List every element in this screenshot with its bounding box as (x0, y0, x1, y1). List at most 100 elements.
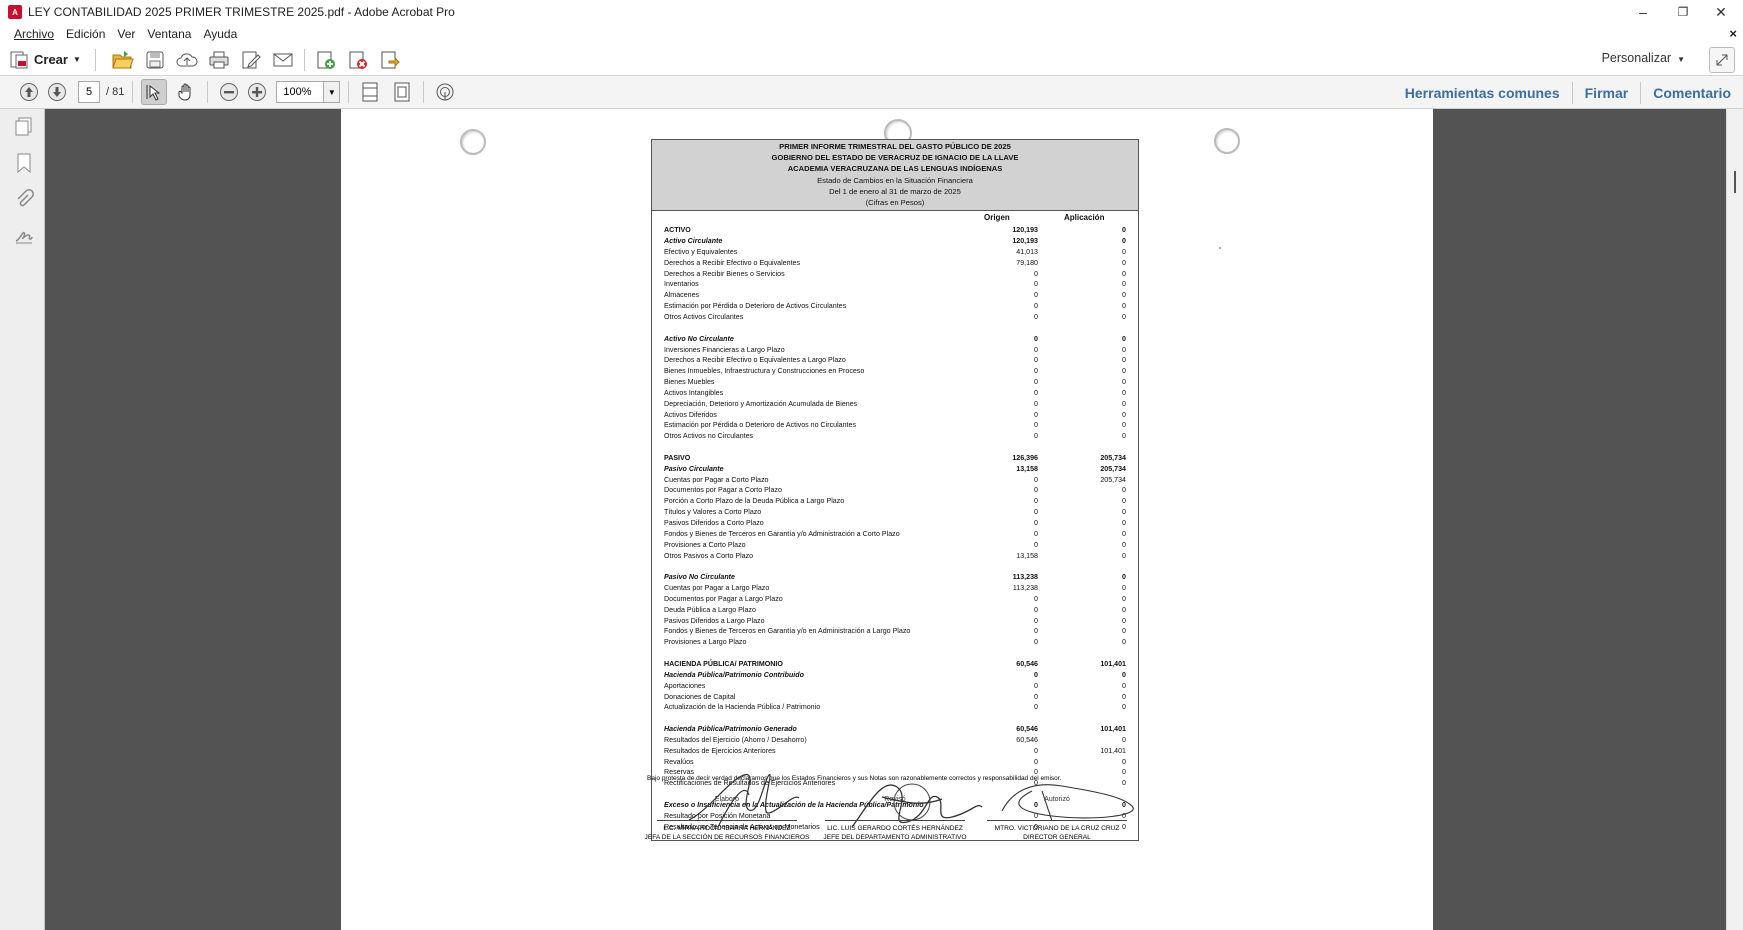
zoom-out-icon (220, 83, 239, 101)
menu-ayuda[interactable]: Ayuda (203, 27, 237, 41)
row-aplicacion-value: 0 (1122, 540, 1126, 549)
touch-mode-icon (436, 83, 454, 101)
row-label: Resultados de Ejercicios Anteriores (664, 746, 776, 755)
row-label: Derechos a Recibir Bienes o Servicios (664, 269, 785, 278)
close-button[interactable]: ✕ (1701, 0, 1741, 24)
edit-button[interactable] (238, 47, 264, 73)
menu-ventana[interactable]: Ventana (147, 27, 191, 41)
row-aplicacion-value: 205,734 (1100, 464, 1126, 473)
print-button[interactable] (206, 47, 232, 73)
row-origen-value: 0 (1034, 475, 1038, 484)
table-row (652, 713, 1138, 724)
row-origen-value: 113,238 (1012, 573, 1038, 582)
bookmarks-icon[interactable] (14, 153, 34, 173)
row-origen-value: 0 (1034, 746, 1038, 755)
table-row (652, 442, 1138, 453)
table-row: Activo No Circulante 0 0 (652, 334, 1138, 345)
table-row: Pasivo Circulante 13,158 205,734 (652, 464, 1138, 475)
sign-link[interactable]: Firmar (1573, 85, 1641, 101)
row-origen-value: 120,193 (1012, 226, 1038, 235)
attachments-icon[interactable] (14, 189, 34, 209)
page-thumbnails-icon[interactable] (14, 117, 34, 137)
create-button[interactable]: Crear ▼ (10, 50, 81, 70)
row-aplicacion-value: 0 (1122, 627, 1126, 636)
zoom-dropdown-icon[interactable]: ▼ (324, 81, 341, 103)
email-button[interactable] (270, 47, 296, 73)
row-origen-value: 0 (1034, 540, 1038, 549)
save-icon (146, 51, 164, 68)
table-row: Deuda Pública a Largo Plazo 0 0 (652, 605, 1138, 616)
table-row: Pasivo No Circulante 113,238 0 (652, 572, 1138, 583)
row-origen-value: 0 (1034, 432, 1038, 441)
signature-line (987, 820, 1127, 821)
vertical-scrollbar[interactable] (1726, 109, 1743, 930)
table-row: Hacienda Pública/Patrimonio Generado 60,5… (652, 724, 1138, 735)
expand-button[interactable] (1709, 47, 1735, 73)
row-aplicacion-value: 101,401 (1100, 659, 1126, 668)
upload-cloud-button[interactable] (174, 47, 200, 73)
navigation-toolbar: 5 / 81 100% ▼ Herramientas comunes Firma… (0, 76, 1743, 109)
fit-page-button[interactable] (357, 79, 383, 105)
signatures-icon[interactable] (14, 225, 34, 245)
read-mode-button[interactable] (432, 79, 458, 105)
row-aplicacion-value: 0 (1122, 334, 1126, 343)
page-number-input[interactable]: 5 (78, 81, 100, 103)
signer-title: DIRECTOR GENERAL (1023, 834, 1091, 841)
comment-link[interactable]: Comentario (1641, 85, 1743, 101)
table-row: Actualización de la Hacienda Pública / P… (652, 702, 1138, 713)
signer-name: L.C. MIRNA ROCÍO IBARRA HERNÁNDEZ (663, 825, 791, 832)
menu-bar: Archivo Edición Ver Ventana Ayuda × (0, 24, 1743, 44)
row-origen-value: 0 (1034, 378, 1038, 387)
row-label: Pasivo No Circulante (664, 573, 735, 582)
zoom-in-button[interactable] (244, 79, 270, 105)
hand-tool-button[interactable] (173, 79, 199, 105)
open-button[interactable] (110, 47, 136, 73)
table-row (652, 561, 1138, 572)
save-button[interactable] (142, 47, 168, 73)
scrollbar-thumb[interactable] (1734, 171, 1736, 193)
row-origen-value: 0 (1034, 692, 1038, 701)
row-aplicacion-value: 0 (1122, 486, 1126, 495)
row-origen-value: 60,546 (1016, 735, 1038, 744)
email-icon (273, 53, 293, 66)
tools-link[interactable]: Herramientas comunes (1393, 85, 1572, 101)
row-origen-value: 41,013 (1016, 247, 1038, 256)
row-origen-value: 0 (1034, 269, 1038, 278)
zoom-out-button[interactable] (216, 79, 242, 105)
fit-width-button[interactable] (389, 79, 415, 105)
select-tool-button[interactable] (141, 79, 168, 105)
export-button[interactable] (377, 47, 403, 73)
menu-ver[interactable]: Ver (117, 27, 135, 41)
row-origen-value: 0 (1034, 681, 1038, 690)
row-origen-value: 113,238 (1012, 584, 1038, 593)
minimize-button[interactable]: – (1623, 0, 1663, 24)
row-origen-value: 126,396 (1012, 453, 1038, 462)
row-label: Porción a Corto Plazo de la Deuda Públic… (664, 497, 845, 506)
delete-page-button[interactable] (345, 47, 371, 73)
close-document-icon[interactable]: × (1729, 26, 1737, 41)
previous-page-button[interactable] (16, 79, 42, 105)
menu-archivo[interactable]: Archivo (14, 27, 54, 41)
menu-edicion[interactable]: Edición (66, 27, 105, 41)
combine-button[interactable] (313, 47, 339, 73)
row-origen-value: 120,193 (1012, 237, 1038, 246)
table-row: Estimación por Pérdida o Deterioro de Ac… (652, 420, 1138, 431)
restore-button[interactable]: ❐ (1663, 0, 1703, 24)
zoom-level-input[interactable]: 100% (276, 81, 325, 103)
row-aplicacion-value: 0 (1122, 497, 1126, 506)
customize-label: Personalizar (1601, 51, 1672, 65)
row-label: Activo Circulante (664, 237, 723, 246)
hand-icon (178, 83, 191, 101)
pdf-page[interactable]: PRIMER INFORME TRIMESTRAL DEL GASTO PÚBL… (341, 109, 1433, 930)
row-aplicacion-value: 0 (1122, 638, 1126, 647)
row-aplicacion-value: 0 (1122, 226, 1126, 235)
document-add-icon (317, 51, 335, 69)
navigation-pane (0, 109, 45, 930)
row-aplicacion-value: 0 (1122, 573, 1126, 582)
row-origen-value: 0 (1034, 670, 1038, 679)
row-origen-value: 0 (1034, 334, 1038, 343)
row-aplicacion-value: 205,734 (1100, 453, 1126, 462)
next-page-button[interactable] (44, 79, 70, 105)
row-aplicacion-value: 0 (1122, 594, 1126, 603)
customize-dropdown[interactable]: Personalizar ▼ (1602, 51, 1685, 65)
